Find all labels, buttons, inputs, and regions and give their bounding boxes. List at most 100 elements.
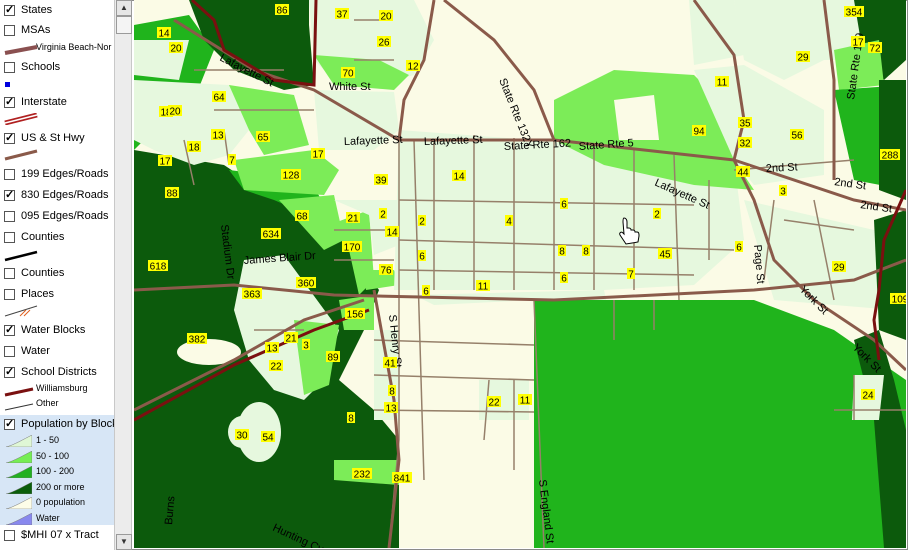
block-population-label: 29 <box>833 263 845 274</box>
layer-label: School Districts <box>21 366 97 378</box>
layer-checkbox[interactable] <box>4 3 15 16</box>
legend-layer-row[interactable]: 830 Edges/Roads <box>4 185 108 205</box>
block-population-label: 17 <box>852 38 864 49</box>
legend-layer-row[interactable]: Population by Block <box>4 414 114 434</box>
block-population-label: 6 <box>561 200 567 211</box>
block-population-label: 156 <box>347 310 364 321</box>
layer-checkbox[interactable] <box>4 24 15 36</box>
block-population-label: 841 <box>394 474 411 485</box>
population-class-label: Water <box>36 512 60 523</box>
layer-checkbox[interactable] <box>4 417 15 430</box>
legend-layer-row[interactable]: Interstate <box>4 92 67 112</box>
layer-checkbox[interactable] <box>4 210 15 222</box>
layer-checkbox[interactable] <box>4 365 15 378</box>
layer-checkbox[interactable] <box>4 231 15 243</box>
legend-layer-row[interactable]: $MHI 07 x Tract <box>4 525 99 545</box>
block-population-label: 4 <box>506 217 512 228</box>
legend-scrollbar[interactable]: ▲ ▼ <box>114 0 132 550</box>
block-population-label: 6 <box>423 287 429 298</box>
block-population-label: 29 <box>797 53 809 64</box>
layer-label: Counties <box>21 267 65 279</box>
layer-label: 199 Edges/Roads <box>21 168 109 180</box>
block-population-label: 54 <box>262 433 274 444</box>
street-label: White St <box>329 81 371 93</box>
layer-label: MSAs <box>21 24 51 36</box>
block-population-label: 70 <box>342 69 354 80</box>
block-population-label: 32 <box>739 139 751 150</box>
legend-layer-row[interactable]: Water Blocks <box>4 320 85 340</box>
block-population-label: 86 <box>276 6 288 17</box>
population-legend-box: Population by Block 1 - 50 50 - 100 100 - 2… <box>0 415 114 525</box>
scroll-down-arrow-icon[interactable]: ▼ <box>116 534 132 550</box>
layer-label: States <box>21 4 53 16</box>
layer-checkbox[interactable] <box>4 131 15 144</box>
block-population-label: 7 <box>628 270 634 281</box>
block-population-label: 68 <box>296 212 308 223</box>
layer-checkbox[interactable] <box>4 95 15 108</box>
block-population-label: 11 <box>717 78 728 89</box>
block-population-label: 363 <box>244 290 261 301</box>
block-population-label: 7 <box>229 156 235 167</box>
population-class-swatch <box>5 496 33 510</box>
block-population-label: 6 <box>736 243 742 254</box>
block-population-label: 13 <box>385 404 397 415</box>
layer-checkbox[interactable] <box>4 529 15 541</box>
legend-layer-row[interactable]: School Districts <box>4 362 97 382</box>
population-class-label: 0 population <box>36 497 86 507</box>
block-population-label: 41 <box>384 359 396 370</box>
legend-layer-row[interactable]: 199 Edges/Roads <box>4 164 108 184</box>
legend-layer-row[interactable]: US & St Hwy <box>4 128 85 148</box>
population-class-swatch <box>5 512 33 525</box>
block-population-label: 20 <box>380 12 392 23</box>
layer-label: 095 Edges/Roads <box>21 210 109 222</box>
layer-checkbox[interactable] <box>4 61 15 73</box>
layer-checkbox[interactable] <box>4 323 15 336</box>
layer-checkbox[interactable] <box>4 345 15 357</box>
block-population-label: 288 <box>882 151 899 162</box>
block-population-label: 64 <box>213 93 225 104</box>
layer-checkbox[interactable] <box>4 267 15 279</box>
block-population-label: 2 <box>654 210 660 221</box>
legend-layer-row[interactable]: States <box>4 0 52 20</box>
block-population-label: 39 <box>375 176 387 187</box>
scroll-up-arrow-icon[interactable]: ▲ <box>116 0 132 16</box>
block-population-label: 14 <box>386 228 398 239</box>
block-population-label: 89 <box>327 353 339 364</box>
legend-layer-row[interactable]: Water <box>4 341 50 361</box>
layer-checkbox[interactable] <box>4 288 15 300</box>
street-label: 2nd St <box>766 161 798 175</box>
block-population-label: 94 <box>693 127 705 138</box>
legend-layer-row[interactable]: Counties <box>4 227 64 247</box>
block-population-label: 20 <box>169 107 181 118</box>
layer-label: US & St Hwy <box>21 132 85 144</box>
district-sublabel: Williamsburg <box>36 383 88 393</box>
street-label: Lafayette St <box>424 134 483 148</box>
block-population-label: 56 <box>791 131 803 142</box>
legend-layer-row[interactable]: Counties <box>4 263 64 283</box>
legend-layer-row[interactable]: Places <box>4 284 54 304</box>
legend-layer-row[interactable]: MSAs <box>4 20 50 40</box>
layer-label: Water Blocks <box>21 324 86 336</box>
legend-layer-row[interactable]: 095 Edges/Roads <box>4 206 108 226</box>
block-population-label: 17 <box>159 157 171 168</box>
population-class-swatch <box>5 481 33 494</box>
legend-layer-row[interactable]: Schools <box>4 57 60 77</box>
block-population-label: 2 <box>380 210 386 221</box>
block-population-label: 44 <box>737 168 749 179</box>
map-canvas[interactable]: Lafayette St Lafayette St Lafayette St Lafa… <box>134 0 906 548</box>
street-label: Lafayette St <box>344 134 403 148</box>
scroll-thumb[interactable] <box>116 16 132 34</box>
block-population-label: 21 <box>347 214 359 225</box>
layer-checkbox[interactable] <box>4 188 15 201</box>
layer-label: 830 Edges/Roads <box>21 189 109 201</box>
layer-label: Water <box>21 345 50 357</box>
block-population-label: 18 <box>188 143 200 154</box>
layer-checkbox[interactable] <box>4 168 15 180</box>
street-label: Burns <box>163 495 178 525</box>
block-population-label: 22 <box>488 398 500 409</box>
block-population-label: 11 <box>478 282 489 293</box>
layer-label: Schools <box>21 61 61 73</box>
district-sublabel: Other <box>36 398 59 408</box>
population-class-swatch <box>5 450 33 463</box>
block-population-label: 72 <box>869 44 881 55</box>
